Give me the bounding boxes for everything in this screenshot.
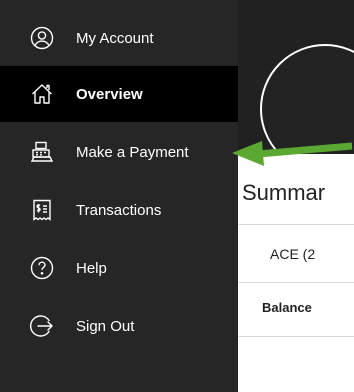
sidebar-item-label: My Account — [76, 29, 154, 47]
account-row[interactable]: ACE (2 — [270, 246, 315, 262]
sidebar: My Account Overview Make a Payment Trans… — [0, 0, 238, 392]
divider — [238, 224, 354, 225]
divider — [238, 336, 354, 337]
user-circle-icon — [30, 26, 54, 50]
sidebar-item-transactions[interactable]: Transactions — [0, 182, 238, 238]
pointer-arrow — [232, 141, 353, 166]
home-icon — [30, 82, 54, 106]
sidebar-item-make-a-payment[interactable]: Make a Payment — [0, 124, 238, 180]
summary-heading: Summar — [242, 180, 326, 205]
sidebar-item-label: Sign Out — [76, 317, 135, 335]
balance-label: Balance — [262, 300, 312, 315]
help-icon — [30, 256, 54, 280]
main-content: Summar ACE (2 Balance — [238, 0, 354, 392]
sidebar-item-label: Make a Payment — [76, 143, 189, 161]
sidebar-item-help[interactable]: Help — [0, 240, 238, 296]
cash-register-icon — [30, 140, 54, 164]
sidebar-item-label: Help — [76, 259, 107, 277]
sign-out-icon — [30, 314, 54, 338]
sidebar-item-label: Overview — [76, 85, 143, 103]
sidebar-item-label: Transactions — [76, 201, 162, 219]
sidebar-item-my-account[interactable]: My Account — [0, 10, 238, 66]
sidebar-item-overview[interactable]: Overview — [0, 66, 238, 122]
divider — [238, 282, 354, 283]
sidebar-item-sign-out[interactable]: Sign Out — [0, 298, 238, 354]
receipt-icon — [30, 198, 54, 222]
